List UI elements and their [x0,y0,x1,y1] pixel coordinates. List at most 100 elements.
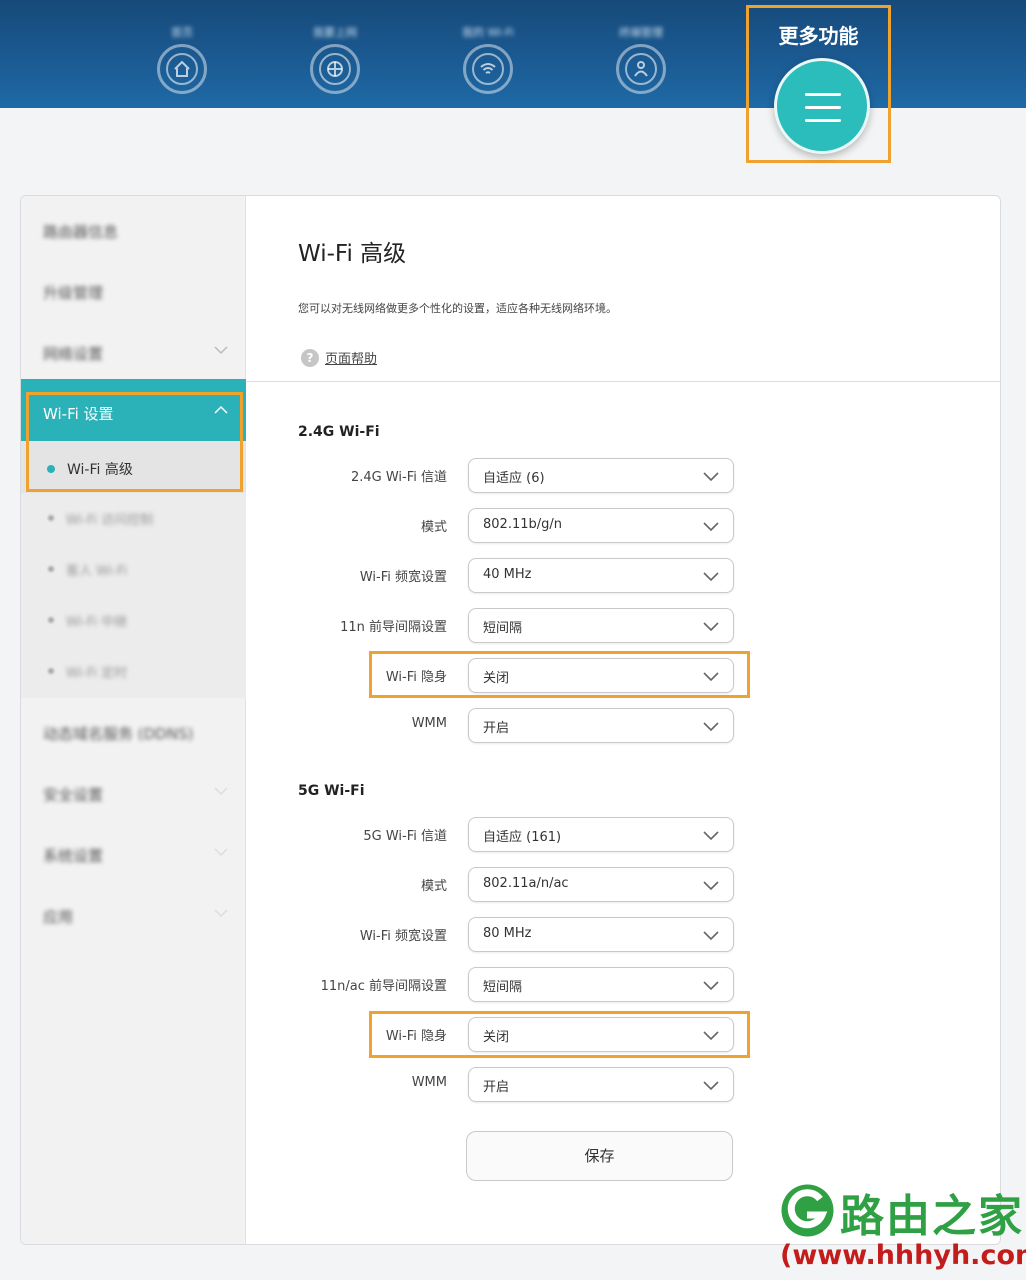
divider [247,381,1000,382]
chevron-down-icon [703,1031,719,1041]
sidebar-subitem-label: Wi-Fi 中继 [66,615,128,630]
menu-icon [805,93,841,96]
watermark-url: (www.hhhyh.com) [780,1240,1026,1271]
chevron-down-icon [214,787,228,796]
nav-label-devices: 终端管理 [619,26,663,39]
sidebar-subitem-wifi-relay[interactable]: Wi-Fi 中继 [21,605,246,635]
select-24g-guard-interval[interactable]: 短间隔 [468,608,734,643]
select-value: 开启 [483,1080,510,1095]
sidebar-subitem-access-control[interactable]: Wi-Fi 访问控制 [21,503,246,533]
select-5g-channel[interactable]: 自适应 (161) [468,817,734,852]
page-title: Wi-Fi 高级 [298,241,407,267]
settings-card: 路由器信息 升级管理 网络设置 Wi-Fi 设置 Wi-Fi 访问控制 客人 W… [20,195,1001,1245]
chevron-down-icon [214,346,228,355]
help-icon[interactable]: ? [301,349,319,367]
select-value: 802.11b/g/n [483,517,562,532]
watermark-logo-icon [781,1184,834,1237]
nav-item-devices[interactable]: 终端管理 [596,24,686,94]
sidebar-subitem-label: Wi-Fi 访问控制 [66,513,154,528]
select-5g-bandwidth[interactable]: 80 MHz [468,917,734,952]
select-5g-hidden[interactable]: 关闭 [468,1017,734,1052]
select-24g-hidden[interactable]: 关闭 [468,658,734,693]
sidebar-item-label: 网络设置 [43,345,104,363]
chevron-down-icon [214,909,228,918]
chevron-down-icon [703,672,719,682]
sidebar-item-system[interactable]: 系统设置 [21,834,246,874]
save-button[interactable]: 保存 [466,1131,733,1181]
sidebar-item-label: 升级管理 [43,284,104,302]
nav-item-internet[interactable]: 我要上网 [290,24,380,94]
select-value: 自适应 (6) [483,471,545,486]
sidebar-item-label: 安全设置 [43,786,104,804]
sidebar-item-upgrade[interactable]: 升级管理 [21,271,246,311]
more-functions-button[interactable] [774,58,870,154]
select-value: 短间隔 [483,980,523,995]
select-value: 关闭 [483,671,510,686]
select-value: 短间隔 [483,621,523,636]
chevron-down-icon [214,848,228,857]
sidebar-item-security[interactable]: 安全设置 [21,773,246,813]
sidebar-item-apps[interactable]: 应用 [21,895,246,935]
sidebar-subitem-guest-wifi[interactable]: 客人 Wi-Fi [21,554,246,584]
select-value: 802.11a/n/ac [483,876,569,891]
select-value: 自适应 (161) [483,830,562,845]
select-24g-mode[interactable]: 802.11b/g/n [468,508,734,543]
label-24g-guard-interval: 11n 前导间隔设置 [340,620,447,635]
sidebar-item-label: 路由器信息 [43,223,119,241]
label-24g-mode: 模式 [420,520,447,535]
chevron-down-icon [703,472,719,482]
highlight-wifi-settings [26,392,243,492]
watermark-name: 路由之家 [840,1191,1024,1242]
label-5g-mode: 模式 [420,879,447,894]
sidebar-item-network[interactable]: 网络设置 [21,332,246,372]
label-24g-hidden: Wi-Fi 隐身 [385,670,447,685]
select-value: 40 MHz [483,567,532,582]
select-5g-mode[interactable]: 802.11a/n/ac [468,867,734,902]
label-5g-channel: 5G Wi-Fi 信道 [363,829,447,844]
content-panel: Wi-Fi 高级 您可以对无线网络做更多个性化的设置，适应各种无线网络环境。 ?… [247,196,1000,1244]
label-24g-wmm: WMM [411,716,447,731]
chevron-down-icon [703,722,719,732]
wifi-icon [463,44,513,94]
select-24g-bandwidth[interactable]: 40 MHz [468,558,734,593]
sidebar-subitem-label: Wi-Fi 定时 [66,666,128,681]
page-description: 您可以对无线网络做更多个性化的设置，适应各种无线网络环境。 [298,302,617,315]
more-functions-highlight: 更多功能 [746,5,891,163]
select-5g-guard-interval[interactable]: 短间隔 [468,967,734,1002]
section-title-24g: 2.4G Wi-Fi [298,424,380,440]
more-functions-label: 更多功能 [778,24,859,48]
chevron-down-icon [703,522,719,532]
nav-label-home: 首页 [171,26,193,39]
select-value: 关闭 [483,1030,510,1045]
sidebar-item-label: 应用 [43,908,74,926]
chevron-down-icon [703,831,719,841]
nav-item-home[interactable]: 首页 [137,24,227,94]
page-help-link[interactable]: 页面帮助 [325,348,377,367]
select-value: 开启 [483,721,510,736]
label-5g-bandwidth: Wi-Fi 频宽设置 [359,929,447,944]
sidebar-item-router-info[interactable]: 路由器信息 [21,210,246,250]
sidebar: 路由器信息 升级管理 网络设置 Wi-Fi 设置 Wi-Fi 访问控制 客人 W… [21,196,246,1244]
chevron-down-icon [703,881,719,891]
nav-label-internet: 我要上网 [313,26,357,39]
chevron-down-icon [703,572,719,582]
chevron-down-icon [703,931,719,941]
chevron-down-icon [703,981,719,991]
label-5g-guard-interval: 11n/ac 前导间隔设置 [320,979,447,994]
select-5g-wmm[interactable]: 开启 [468,1067,734,1102]
sidebar-item-ddns[interactable]: 动态域名服务 (DDNS) [21,712,246,752]
label-24g-channel: 2.4G Wi-Fi 信道 [350,470,447,485]
select-24g-wmm[interactable]: 开启 [468,708,734,743]
nav-item-my-wifi[interactable]: 我的 Wi-Fi [443,24,533,94]
label-5g-wmm: WMM [411,1075,447,1090]
select-24g-channel[interactable]: 自适应 (6) [468,458,734,493]
home-icon [157,44,207,94]
sidebar-subitem-wifi-timer[interactable]: Wi-Fi 定时 [21,656,246,686]
sidebar-item-label: 系统设置 [43,847,104,865]
label-5g-hidden: Wi-Fi 隐身 [385,1029,447,1044]
globe-icon [310,44,360,94]
sidebar-item-label: 动态域名服务 (DDNS) [43,725,194,743]
devices-icon [616,44,666,94]
chevron-down-icon [703,1081,719,1091]
label-24g-bandwidth: Wi-Fi 频宽设置 [359,570,447,585]
